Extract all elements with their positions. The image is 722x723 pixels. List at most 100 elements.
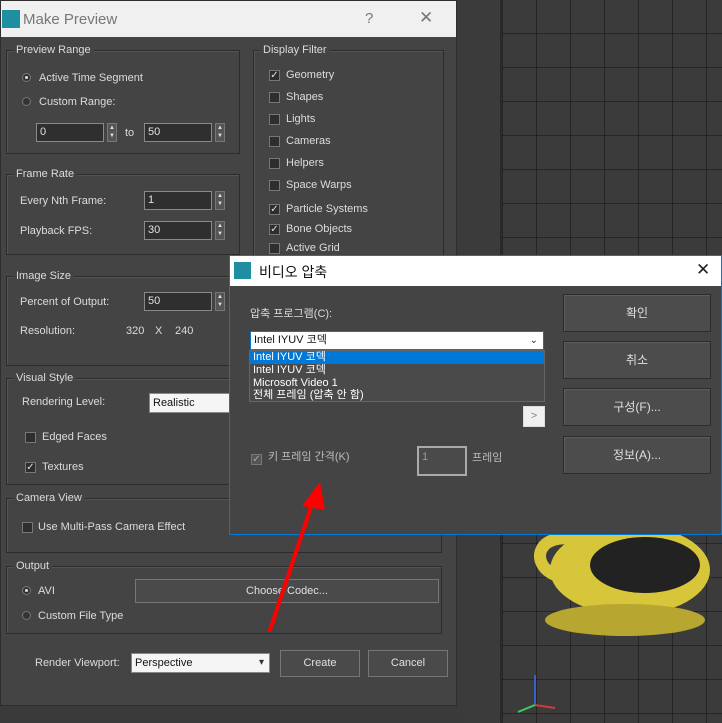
multi-pass-checkbox[interactable]	[22, 522, 33, 533]
display-filter-checkbox[interactable]	[269, 114, 280, 125]
compressor-option[interactable]: Intel IYUV 코덱	[250, 351, 544, 364]
every-nth-frame-spinner[interactable]: ▲ ▼	[215, 191, 225, 210]
keyframe-interval-input[interactable]: 1	[417, 446, 467, 476]
display-filter-item[interactable]: Helpers	[254, 156, 434, 172]
edged-faces-checkbox[interactable]	[25, 432, 36, 443]
percent-of-output-input[interactable]: 50	[144, 292, 212, 311]
percent-of-output-label: Percent of Output:	[20, 296, 110, 308]
frame-rate-group: Frame Rate Every Nth Frame: 1 ▲ ▼ Playbac…	[6, 168, 240, 255]
custom-file-type-radio[interactable]	[22, 611, 31, 620]
active-time-segment-label: Active Time Segment	[39, 72, 143, 84]
group-title: Preview Range	[13, 44, 94, 57]
display-filter-group: Display Filter ✓ Geometry Shapes Lights Came…	[253, 44, 444, 260]
configure-button[interactable]: 구성(F)...	[563, 388, 711, 426]
avi-radio[interactable]	[22, 586, 31, 595]
active-time-segment-radio[interactable]	[22, 73, 31, 82]
chevron-down-icon: ⌄	[529, 335, 538, 346]
compressor-value: Intel IYUV 코덱	[254, 334, 327, 346]
group-title: Image Size	[13, 270, 75, 283]
cancel-button[interactable]: Cancel	[368, 650, 448, 677]
range-to-spinner[interactable]: ▲ ▼	[215, 123, 225, 142]
display-filter-label: Geometry	[286, 69, 335, 81]
close-button[interactable]: ✕	[696, 260, 710, 280]
textures-checkbox[interactable]: ✓	[25, 462, 36, 473]
display-filter-label: Cameras	[286, 135, 331, 147]
group-title: Visual Style	[13, 372, 77, 385]
scroll-right-button[interactable]: >	[523, 406, 545, 427]
range-from-input[interactable]: 0	[36, 123, 104, 142]
resolution-label: Resolution:	[20, 325, 76, 337]
custom-range-label: Custom Range:	[39, 96, 116, 108]
video-dialog-title: 비디오 압축	[259, 264, 328, 280]
output-group: Output AVI Custom File Type Choose Codec…	[6, 560, 442, 634]
group-title: Camera View	[13, 492, 85, 505]
create-button[interactable]: Create	[280, 650, 360, 677]
compressor-option[interactable]: Intel IYUV 코덱	[250, 364, 544, 377]
group-title: Output	[13, 560, 53, 573]
compressor-option[interactable]: 전체 프레임 (압축 안 함)	[250, 389, 544, 402]
visual-style-group: Visual Style Rendering Level: Realistic …	[6, 372, 240, 485]
keyframe-checkbox[interactable]: ✓	[251, 454, 262, 465]
chevron-down-icon: ▾	[258, 657, 264, 668]
display-filter-label: Helpers	[286, 157, 324, 169]
compressor-combobox[interactable]: Intel IYUV 코덱 ⌄	[250, 331, 544, 350]
display-filter-checkbox[interactable]	[269, 92, 280, 103]
display-filter-item[interactable]: Lights	[254, 112, 434, 128]
display-filter-label: Particle Systems	[286, 203, 368, 215]
group-title: Display Filter	[260, 44, 330, 57]
display-filter-checkbox[interactable]: ✓	[269, 70, 280, 81]
display-filter-label: Active Grid	[286, 242, 340, 254]
percent-of-output-spinner[interactable]: ▲ ▼	[215, 292, 225, 311]
help-button[interactable]: ?	[365, 10, 373, 27]
textures-label: Textures	[42, 461, 84, 473]
about-button[interactable]: 정보(A)...	[563, 436, 711, 474]
app-logo-icon	[234, 262, 251, 279]
make-preview-titlebar: Make Preview ? ✕	[1, 1, 456, 37]
every-nth-frame-input[interactable]: 1	[144, 191, 212, 210]
rendering-level-value: Realistic	[153, 397, 195, 409]
render-viewport-dropdown[interactable]: Perspective ▾	[131, 653, 270, 673]
app-logo-icon	[2, 10, 20, 28]
display-filter-item[interactable]: ✓ Bone Objects	[254, 222, 434, 238]
teapot-object[interactable]	[530, 525, 722, 640]
edged-faces-label: Edged Faces	[42, 431, 107, 443]
display-filter-label: Shapes	[286, 91, 324, 103]
display-filter-item[interactable]: Space Warps	[254, 178, 434, 194]
render-viewport-value: Perspective	[135, 657, 193, 669]
display-filter-item[interactable]: Cameras	[254, 134, 434, 150]
compressor-dropdown-list: Intel IYUV 코덱 Intel IYUV 코덱 Microsoft Vi…	[249, 350, 545, 402]
frame-unit-label: 프레임	[472, 452, 503, 464]
group-title: Frame Rate	[13, 168, 78, 181]
display-filter-item[interactable]: Shapes	[254, 90, 434, 106]
custom-file-type-label: Custom File Type	[38, 610, 124, 622]
playback-fps-input[interactable]: 30	[144, 221, 212, 240]
display-filter-label: Space Warps	[286, 179, 352, 191]
display-filter-checkbox[interactable]	[269, 136, 280, 147]
custom-range-radio[interactable]	[22, 97, 31, 106]
close-button[interactable]: ✕	[419, 8, 433, 28]
cancel-button[interactable]: 취소	[563, 341, 711, 379]
multi-pass-label: Use Multi-Pass Camera Effect	[38, 521, 186, 533]
display-filter-checkbox[interactable]	[269, 158, 280, 169]
video-dialog-titlebar: 비디오 압축 ✕	[230, 256, 721, 286]
axis-tripod-icon	[517, 675, 556, 713]
render-viewport-label: Render Viewport:	[35, 657, 120, 669]
display-filter-label: Lights	[286, 113, 316, 125]
range-to-input[interactable]: 50	[144, 123, 212, 142]
display-filter-item[interactable]: ✓ Particle Systems	[254, 202, 434, 218]
compressor-label: 압축 프로그램(C):	[250, 308, 333, 320]
resolution-x: X	[155, 325, 163, 337]
rendering-level-dropdown[interactable]: Realistic	[149, 393, 240, 413]
range-from-spinner[interactable]: ▲ ▼	[107, 123, 117, 142]
display-filter-item[interactable]: ✓ Geometry	[254, 68, 434, 84]
display-filter-checkbox[interactable]	[269, 180, 280, 191]
display-filter-checkbox[interactable]: ✓	[269, 204, 280, 215]
avi-label: AVI	[38, 585, 55, 597]
to-label: to	[125, 127, 135, 139]
ok-button[interactable]: 확인	[563, 294, 711, 332]
display-filter-checkbox[interactable]: ✓	[269, 224, 280, 235]
display-filter-checkbox[interactable]	[269, 243, 280, 254]
every-nth-frame-label: Every Nth Frame:	[20, 195, 107, 207]
playback-fps-spinner[interactable]: ▲ ▼	[215, 221, 225, 240]
resolution-width: 320	[126, 325, 145, 337]
